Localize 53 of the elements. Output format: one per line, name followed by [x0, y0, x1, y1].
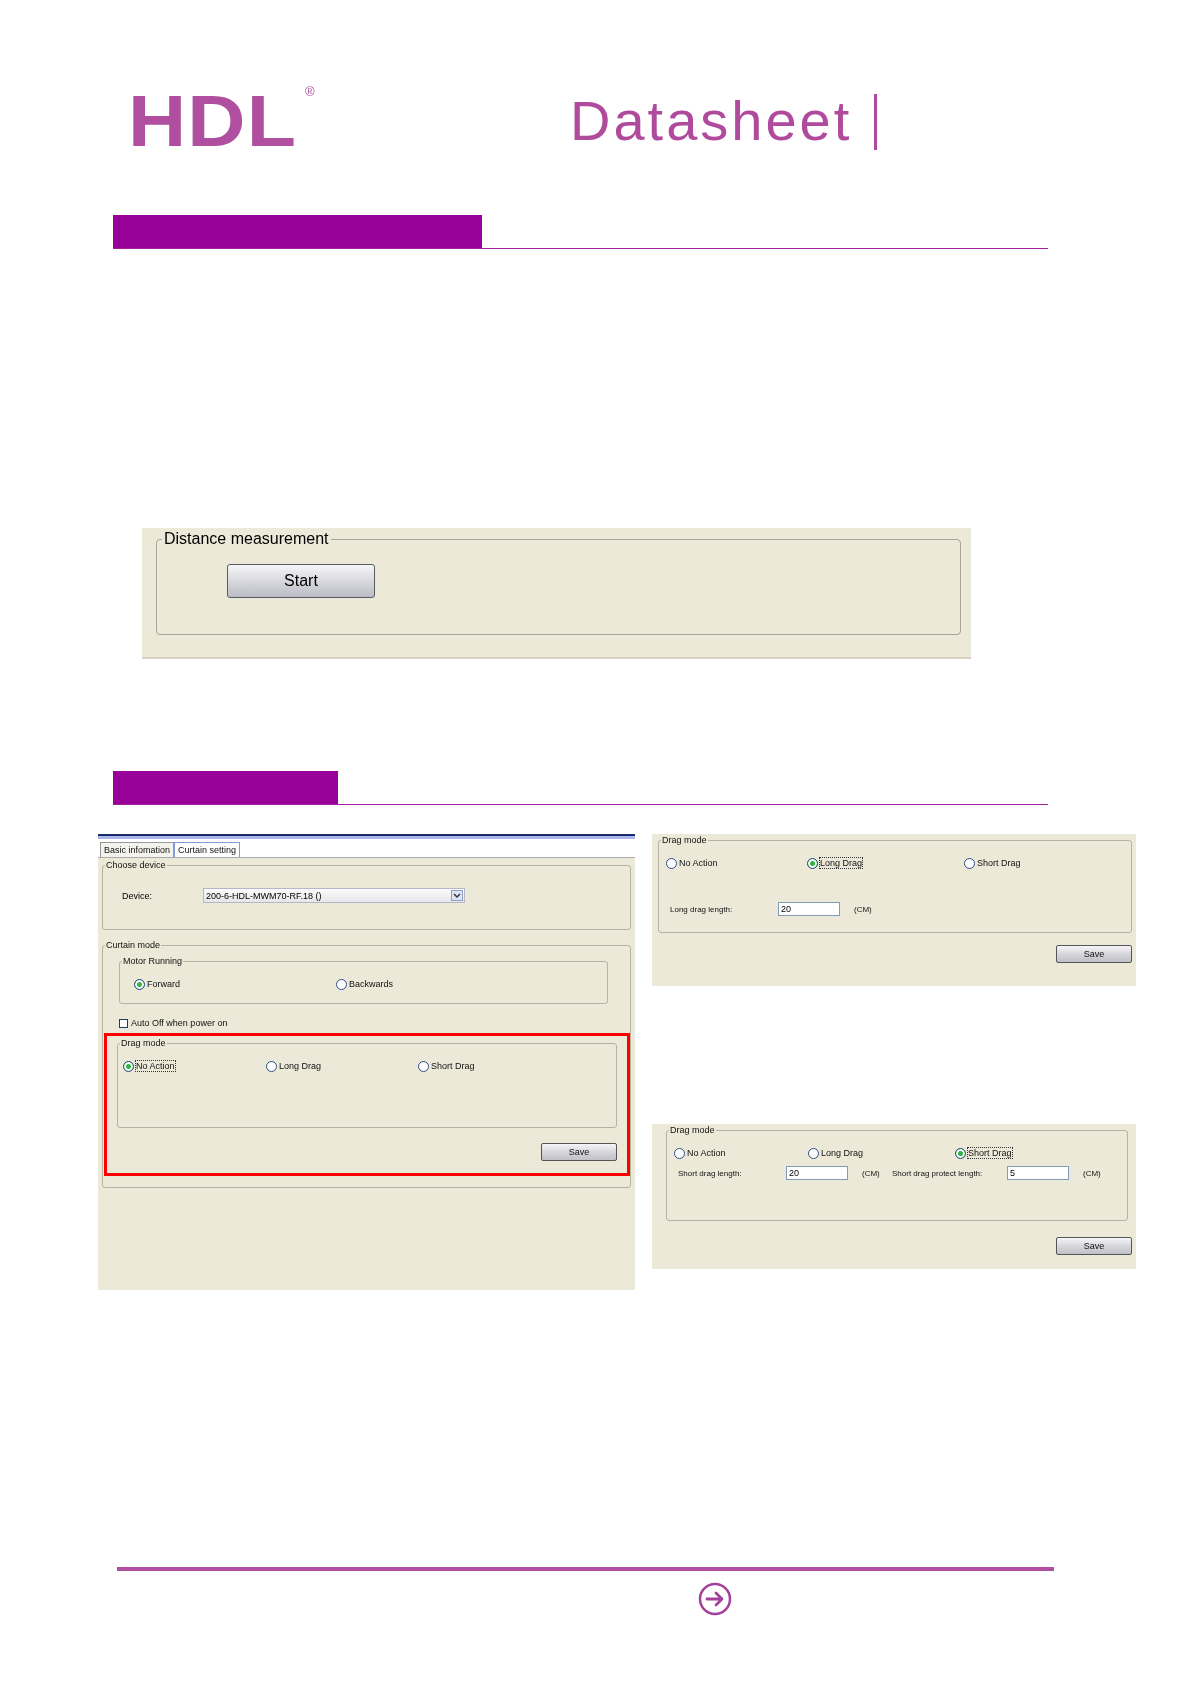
- unit-label: (CM): [1082, 1167, 1102, 1179]
- field-label: Device:: [122, 890, 153, 901]
- group-title: Curtain mode: [105, 940, 162, 950]
- radio-button[interactable]: [418, 1060, 429, 1072]
- dropdown-arrow-icon: [451, 890, 463, 901]
- option-label: Short Drag: [976, 857, 1022, 869]
- group-title: Drag mode: [661, 835, 708, 845]
- radio-button[interactable]: [266, 1060, 277, 1072]
- checkbox[interactable]: [119, 1018, 128, 1028]
- option-label: No Action: [678, 857, 719, 869]
- option-label: No Action: [135, 1060, 176, 1072]
- group-title: Distance measurement: [163, 530, 330, 548]
- input-field[interactable]: 20: [778, 902, 840, 916]
- radio-button[interactable]: [964, 857, 975, 869]
- option-label: Long Drag: [278, 1060, 323, 1072]
- save-button[interactable]: Save: [1056, 945, 1132, 963]
- radio-button[interactable]: [336, 978, 347, 990]
- arrow-right-icon[interactable]: [698, 1582, 732, 1616]
- field-label: Short drag length:: [677, 1167, 743, 1179]
- unit-label: (CM): [861, 1167, 881, 1179]
- option-label: Backwards: [348, 978, 394, 990]
- logo: HDL: [128, 86, 298, 156]
- input-field[interactable]: 5: [1007, 1166, 1069, 1180]
- radio-button[interactable]: [674, 1147, 685, 1159]
- group-title: Motor Running: [122, 956, 184, 966]
- option-label: Long Drag: [820, 1147, 865, 1159]
- field-label: Short drag protect length:: [891, 1167, 984, 1179]
- radio-button[interactable]: [123, 1060, 134, 1072]
- save-button[interactable]: Save: [1056, 1237, 1132, 1255]
- field-label: Long drag length:: [669, 903, 734, 915]
- group-title: Choose device: [105, 860, 167, 870]
- option-label: Short Drag: [430, 1060, 476, 1072]
- registered-mark: ®: [305, 84, 315, 99]
- radio-button[interactable]: [666, 857, 677, 869]
- checkbox-label: Auto Off when power on: [130, 1017, 229, 1029]
- radio-button[interactable]: [134, 978, 145, 990]
- option-label: Long Drag: [819, 857, 864, 869]
- radio-button[interactable]: [955, 1147, 966, 1159]
- group-title: Drag mode: [669, 1125, 716, 1135]
- radio-button[interactable]: [807, 857, 818, 869]
- start-button[interactable]: Start: [227, 564, 375, 598]
- device-dropdown[interactable]: 200-6-HDL-MWM70-RF.18 (): [203, 888, 465, 903]
- document-title: Datasheet: [570, 88, 853, 154]
- save-button[interactable]: Save: [541, 1143, 617, 1161]
- option-label: No Action: [686, 1147, 727, 1159]
- option-label: Forward: [146, 978, 181, 990]
- input-field[interactable]: 20: [786, 1166, 848, 1180]
- option-label: Short Drag: [967, 1147, 1013, 1159]
- group-title: Drag mode: [120, 1038, 167, 1048]
- tab[interactable]: Basic infomation: [100, 842, 175, 857]
- radio-button[interactable]: [808, 1147, 819, 1159]
- unit-label: (CM): [853, 903, 873, 915]
- tab[interactable]: Curtain setting: [174, 842, 241, 857]
